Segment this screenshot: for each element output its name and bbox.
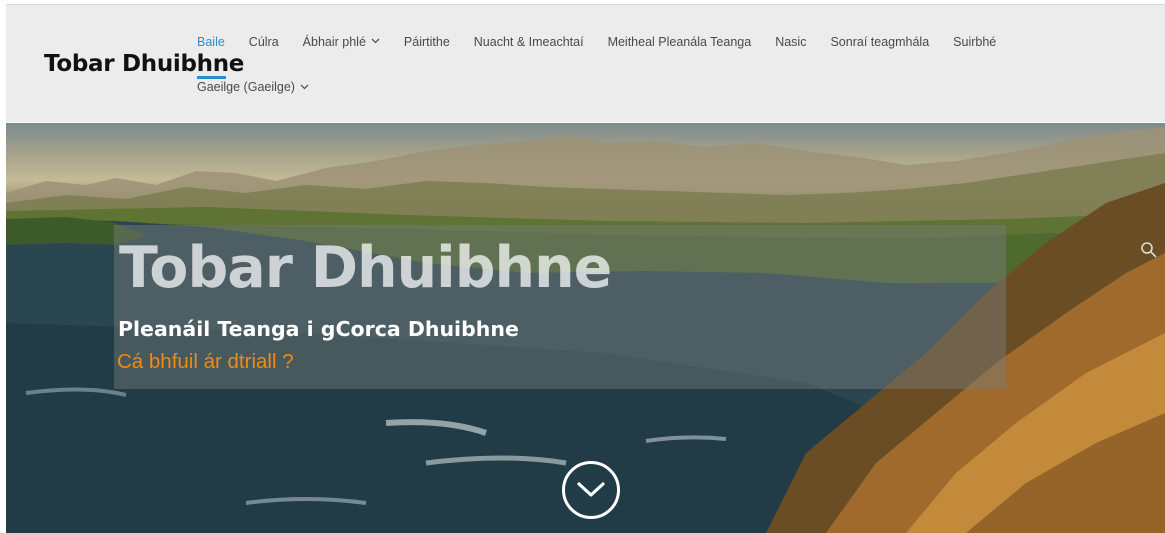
hero-title: Tobar Dhuibhne — [119, 235, 612, 301]
nav-item-abhair-phle[interactable]: Ábhair phlé — [303, 34, 380, 50]
main-nav: Baile Cúlra Ábhair phlé Páirtithe Nuacht… — [197, 34, 1020, 50]
hero-banner: Tobar Dhuibhne Pleanáil Teanga i gCorca … — [6, 123, 1165, 533]
nav-item-label: Ábhair phlé — [302, 35, 366, 49]
nav-item-baile[interactable]: Baile — [197, 34, 225, 50]
nav-item-nasic[interactable]: Nasic — [775, 34, 806, 50]
chevron-down-icon — [300, 82, 309, 93]
nav-item-suirbhe[interactable]: Suirbhé — [953, 34, 996, 50]
active-indicator — [197, 76, 226, 79]
nav-item-pairtithe[interactable]: Páirtithe — [404, 34, 450, 50]
nav-item-nuacht[interactable]: Nuacht & Imeachtaí — [474, 34, 584, 50]
scroll-down-button[interactable] — [562, 461, 620, 519]
site-header: Tobar Dhuibhne Baile Cúlra Ábhair phlé P… — [6, 4, 1165, 122]
search-icon[interactable] — [1140, 241, 1158, 259]
nav-item-culra[interactable]: Cúlra — [249, 34, 279, 50]
chevron-down-circle-icon — [577, 482, 605, 497]
language-selector[interactable]: Gaeilge (Gaeilge) — [197, 80, 309, 94]
nav-item-meitheal[interactable]: Meitheal Pleanála Teanga — [608, 34, 752, 50]
chevron-down-icon — [371, 34, 380, 50]
hero-link[interactable]: Cá bhfuil ár dtriall ? — [117, 349, 294, 375]
hero-subtitle: Pleanáil Teanga i gCorca Dhuibhne — [118, 317, 519, 341]
page: Tobar Dhuibhne Baile Cúlra Ábhair phlé P… — [6, 4, 1165, 533]
site-logo[interactable]: Tobar Dhuibhne — [44, 51, 244, 77]
nav-item-sonrai[interactable]: Sonraí teagmhála — [830, 34, 929, 50]
language-label: Gaeilge (Gaeilge) — [197, 80, 295, 94]
